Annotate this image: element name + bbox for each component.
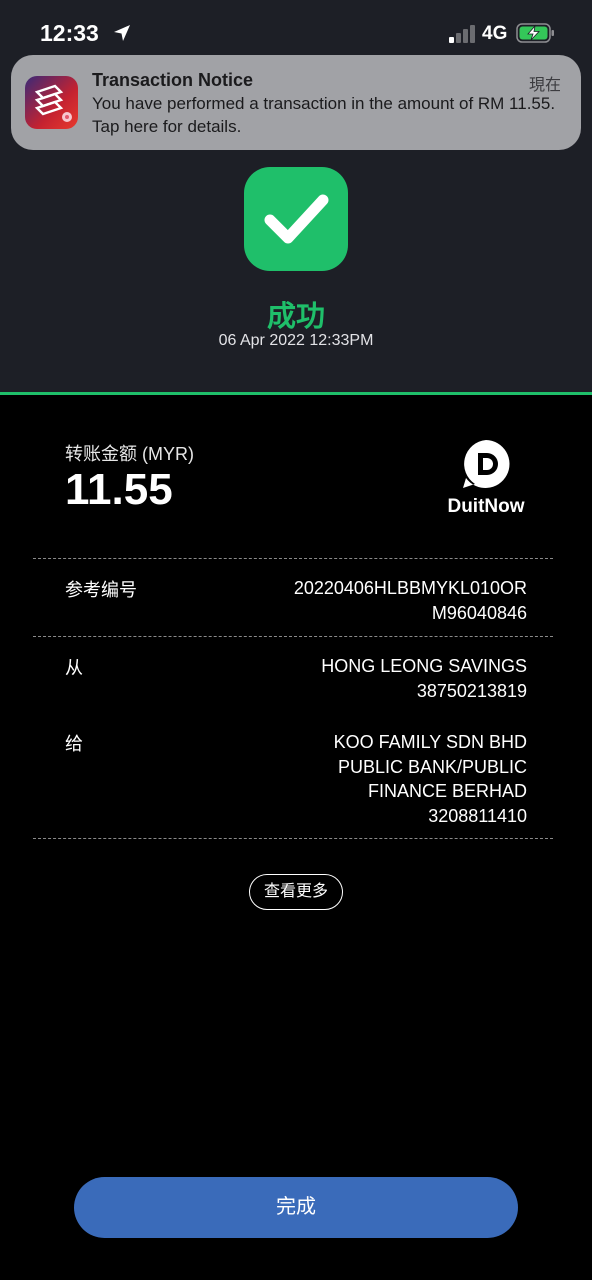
divider	[33, 636, 553, 637]
to-label: 给	[65, 734, 83, 754]
success-badge	[244, 167, 348, 271]
status-time: 12:33	[40, 20, 99, 46]
duitnow-logo-icon	[463, 440, 510, 488]
duitnow-brand: DuitNow	[447, 496, 525, 517]
network-type: 4G	[482, 23, 508, 44]
status-label: 成功	[266, 301, 325, 333]
amount-value: 11.55	[65, 465, 173, 514]
from-line-1: HONG LEONG SAVINGS	[321, 656, 527, 676]
notification-title: Transaction Notice	[92, 70, 254, 90]
to-line-3: FINANCE BERHAD	[367, 781, 527, 801]
reference-line-2: M96040846	[431, 602, 527, 623]
battery-charging-icon	[516, 23, 554, 43]
done-button[interactable]: 完成	[74, 1177, 518, 1238]
notification-body: You have performed a transaction in the …	[92, 94, 556, 136]
divider	[33, 838, 553, 839]
status-bar: 12:33 4G	[0, 0, 592, 60]
header-divider	[0, 392, 592, 395]
view-more-button[interactable]: 查看更多	[249, 874, 343, 910]
from-line-2: 38750213819	[416, 680, 527, 701]
transaction-datetime: 06 Apr 2022 12:33PM	[218, 332, 374, 349]
reference-label: 参考编号	[65, 580, 137, 600]
reference-value: 20220406HLBBMYKL010OR M96040846	[197, 576, 527, 625]
transaction-notification[interactable]: Transaction Notice 現在 You have performed…	[11, 55, 581, 150]
divider	[33, 558, 553, 559]
to-line-2: PUBLIC BANK/PUBLIC	[337, 756, 527, 777]
bank-app-icon	[25, 76, 78, 129]
location-arrow-icon	[114, 25, 130, 41]
signal-icon	[449, 25, 475, 43]
to-line-1: KOO FAMILY SDN BHD	[333, 732, 527, 752]
amount-label: 转账金额 (MYR)	[65, 444, 194, 464]
from-value: HONG LEONG SAVINGS 38750213819	[197, 654, 527, 703]
to-line-4: 3208811410	[428, 805, 527, 826]
checkmark-icon	[264, 194, 329, 244]
reference-line-1: 20220406HLBBMYKL010OR	[293, 578, 527, 598]
to-value: KOO FAMILY SDN BHD PUBLIC BANK/PUBLIC FI…	[197, 730, 527, 828]
from-label: 从	[65, 658, 83, 678]
